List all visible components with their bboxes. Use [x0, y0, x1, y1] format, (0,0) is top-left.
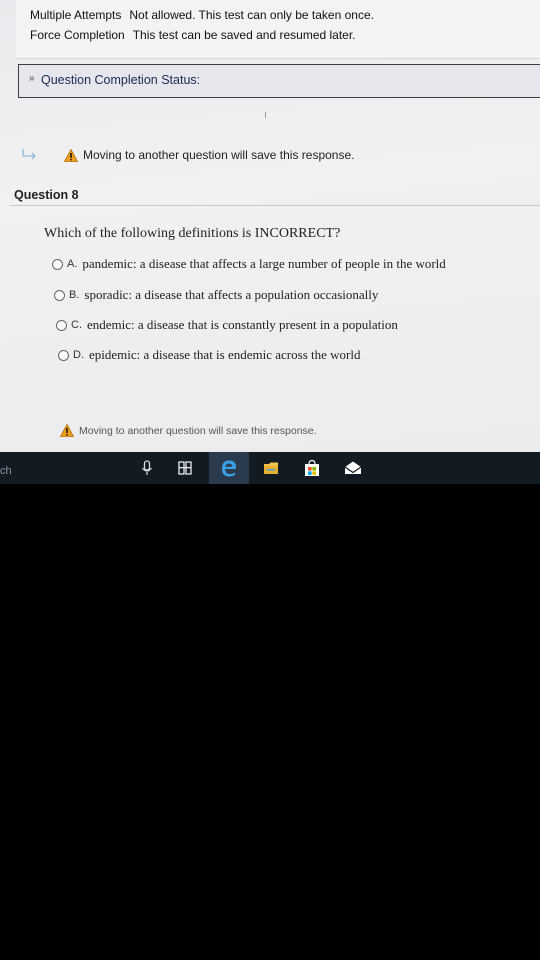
option-letter: B. — [69, 289, 80, 301]
force-completion-value: This test can be saved and resumed later… — [132, 28, 356, 42]
option-text[interactable]: epidemic: a disease that is endemic acro… — [89, 347, 360, 363]
arrow-right-icon — [22, 149, 36, 160]
microphone-icon[interactable] — [138, 459, 156, 477]
answer-option-c[interactable]: C. endemic: a disease that is constantly… — [56, 317, 398, 333]
answer-option-b[interactable]: B. sporadic: a disease that affects a po… — [54, 287, 378, 303]
question-completion-status-bar[interactable]: » Question Completion Status: — [18, 64, 540, 98]
mail-icon[interactable] — [344, 459, 362, 477]
answer-option-d[interactable]: D. epidemic: a disease that is endemic a… — [58, 347, 360, 363]
warning-icon — [60, 424, 74, 437]
multiple-attempts-label: Multiple Attempts — [30, 8, 122, 22]
edge-icon[interactable] — [220, 459, 238, 477]
warning-icon — [64, 148, 78, 162]
force-completion-label: Force Completion — [30, 28, 125, 42]
search-box-fragment[interactable]: ch — [0, 465, 12, 477]
question-title: Question 8 — [14, 188, 79, 202]
browser-screen: Multiple Attempts Not allowed. This test … — [0, 0, 540, 455]
divider — [265, 112, 266, 118]
radio-button[interactable] — [58, 349, 69, 361]
option-text[interactable]: sporadic: a disease that affects a popul… — [84, 287, 378, 303]
save-warning-text: Moving to another question will save thi… — [83, 148, 355, 162]
force-completion-row: Force Completion This test can be saved a… — [30, 28, 356, 42]
radio-button[interactable] — [52, 258, 63, 270]
radio-button[interactable] — [56, 319, 67, 331]
option-text[interactable]: pandemic: a disease that affects a large… — [82, 256, 445, 272]
double-chevron-down-icon[interactable]: » — [29, 73, 35, 84]
option-letter: D. — [73, 349, 84, 361]
save-warning-top: Moving to another question will save thi… — [20, 148, 354, 162]
radio-button[interactable] — [54, 289, 65, 301]
answer-option-a[interactable]: A. pandemic: a disease that affects a la… — [52, 256, 446, 272]
multiple-attempts-row: Multiple Attempts Not allowed. This test … — [30, 8, 374, 22]
question-prompt: Which of the following definitions is IN… — [44, 226, 341, 241]
test-info-box: Multiple Attempts Not allowed. This test … — [16, 0, 540, 59]
multiple-attempts-value: Not allowed. This test can only be taken… — [129, 8, 374, 22]
task-view-icon[interactable] — [176, 459, 194, 477]
save-warning-bottom: Moving to another question will save thi… — [60, 424, 317, 437]
windows-taskbar: ch — [0, 452, 540, 484]
question-divider — [10, 205, 540, 206]
option-letter: C. — [71, 319, 82, 331]
file-explorer-icon[interactable] — [262, 459, 280, 477]
option-letter: A. — [67, 258, 78, 270]
question-completion-status-label: Question Completion Status: — [41, 73, 201, 87]
option-text[interactable]: endemic: a disease that is constantly pr… — [87, 317, 398, 333]
save-warning-text: Moving to another question will save thi… — [79, 424, 317, 437]
store-icon[interactable] — [303, 459, 321, 477]
